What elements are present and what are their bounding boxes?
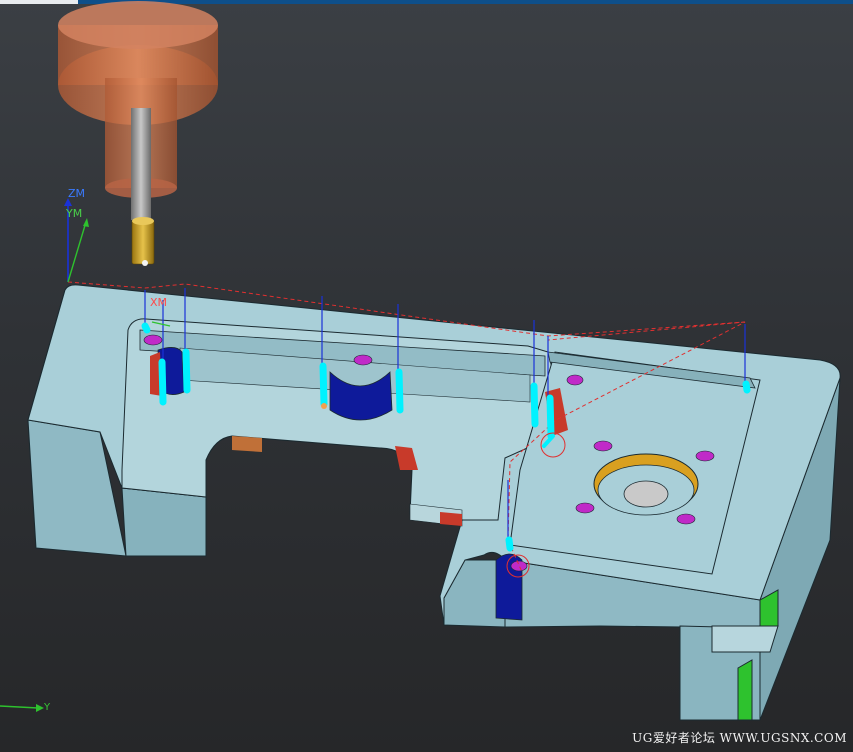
edge-face-4 — [440, 512, 462, 526]
hole — [575, 502, 595, 514]
y-axis-arrow — [36, 704, 44, 712]
edge-face-1 — [232, 436, 262, 452]
cam-3d-viewport[interactable]: ZM YM XM Y UG爱好者论坛 WWW.UGSNX.COM — [0, 0, 853, 752]
cut-segment — [319, 362, 328, 408]
cut-segment — [395, 368, 404, 414]
hole — [143, 334, 163, 346]
cut-segment — [546, 394, 555, 440]
green-face-lower — [737, 659, 753, 721]
forum-watermark: UG爱好者论坛 WWW.UGSNX.COM — [632, 731, 847, 745]
tool-center-point — [142, 260, 148, 266]
xm-axis-label: XM — [150, 296, 168, 309]
front-left-leg — [121, 487, 207, 557]
bore-hole — [623, 480, 669, 508]
cut-segment — [530, 382, 539, 428]
tool-shank — [131, 108, 151, 220]
hole — [566, 374, 584, 386]
tool-tip-top — [132, 217, 154, 225]
hole — [695, 450, 715, 462]
hole — [676, 513, 696, 525]
cut-segment — [141, 322, 151, 334]
tool-tip — [131, 219, 155, 265]
tool-contact-point — [321, 403, 327, 409]
ym-axis — [67, 221, 87, 283]
zm-axis-label: ZM — [68, 187, 86, 200]
hole — [353, 354, 373, 366]
cut-segment — [158, 358, 167, 406]
y-axis-label: Y — [44, 702, 51, 713]
cut-segment — [742, 380, 751, 394]
workpiece[interactable] — [27, 284, 841, 721]
ym-axis-label: YM — [66, 207, 83, 220]
wcs-triad — [0, 704, 44, 712]
cut-segment — [505, 536, 514, 552]
right-step-top — [711, 625, 779, 653]
hole — [593, 440, 613, 452]
tool-holder-top — [58, 1, 218, 49]
cam-scene[interactable] — [0, 0, 853, 752]
cut-segment — [182, 348, 191, 394]
hole — [510, 560, 528, 572]
y-axis-line — [0, 705, 39, 709]
ym-arrow — [83, 218, 89, 227]
cutting-tool[interactable] — [58, 1, 218, 266]
